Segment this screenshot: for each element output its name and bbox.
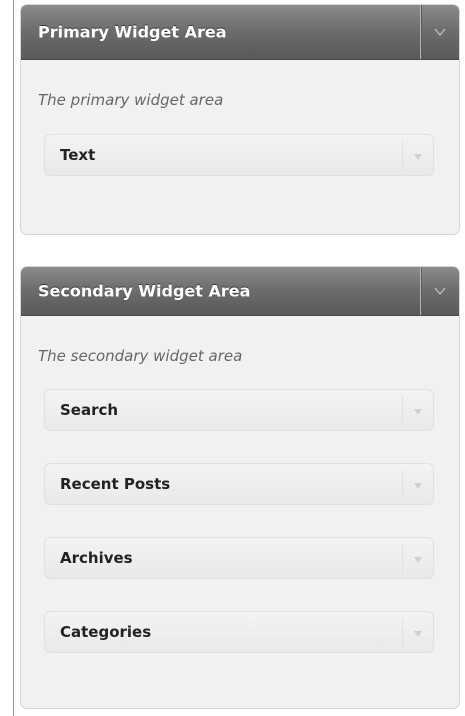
primary-widget-area-toggle[interactable] [420,5,459,59]
triangle-down-icon [414,557,422,563]
widget-search[interactable]: Search [44,389,434,431]
secondary-widget-area-header[interactable]: Secondary Widget Area [21,267,459,316]
widget-title: Recent Posts [60,475,171,493]
primary-widget-area-description: The primary widget area [38,91,224,109]
secondary-widget-area: Secondary Widget Area The secondary widg… [20,266,460,709]
widget-title: Categories [60,623,152,641]
widget-title: Text [60,146,96,164]
widget-toggle[interactable] [402,618,433,648]
primary-widget-area: Primary Widget Area The primary widget a… [20,4,460,235]
page-left-border [13,0,14,716]
triangle-down-icon [414,483,422,489]
widget-toggle[interactable] [402,470,433,500]
secondary-widget-area-toggle[interactable] [420,267,459,315]
primary-widget-area-header[interactable]: Primary Widget Area [21,5,459,60]
widget-toggle[interactable] [402,396,433,426]
chevron-down-icon [434,28,446,36]
triangle-down-icon [414,631,422,637]
secondary-widget-area-description: The secondary widget area [38,347,243,365]
widget-categories[interactable]: Categories [44,611,434,653]
widget-text[interactable]: Text [44,134,434,176]
widget-toggle[interactable] [402,141,433,171]
secondary-widget-area-title: Secondary Widget Area [38,281,251,301]
widget-title: Search [60,401,119,419]
triangle-down-icon [414,154,422,160]
widget-title: Archives [60,549,133,567]
triangle-down-icon [414,409,422,415]
widget-recent-posts[interactable]: Recent Posts [44,463,434,505]
widget-archives[interactable]: Archives [44,537,434,579]
primary-widget-area-title: Primary Widget Area [38,22,227,42]
chevron-down-icon [434,287,446,295]
widget-toggle[interactable] [402,544,433,574]
